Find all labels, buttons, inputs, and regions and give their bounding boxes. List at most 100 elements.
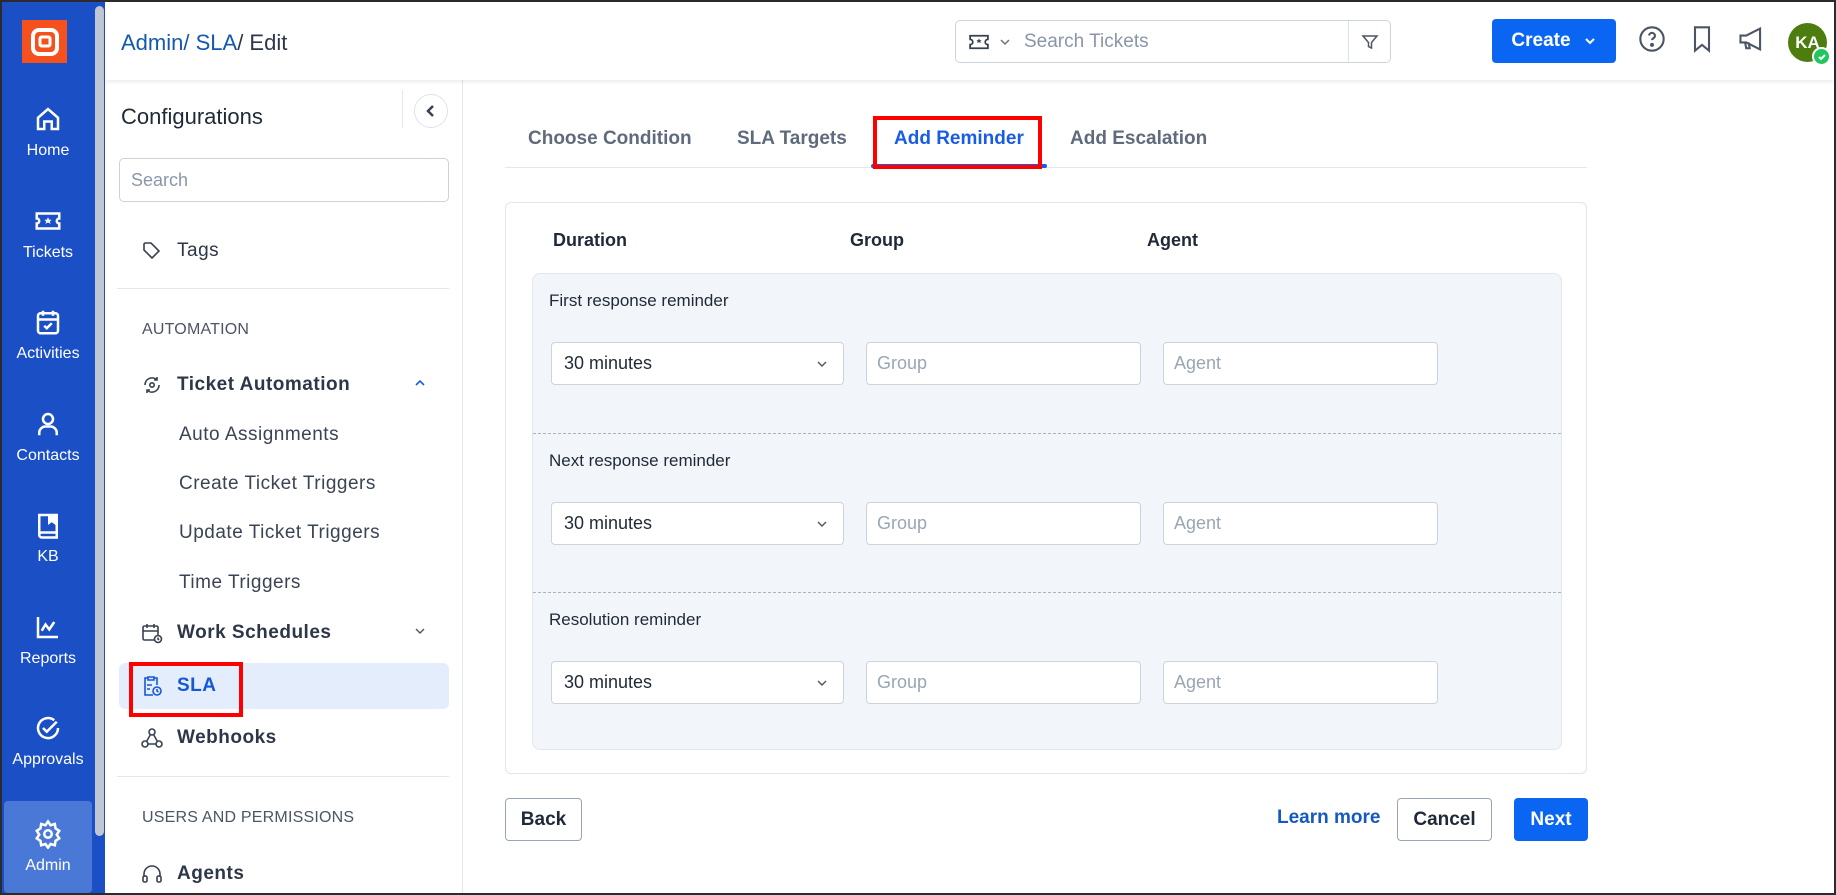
nav-activities[interactable]: Activities xyxy=(2,290,94,380)
configurations-title: Configurations xyxy=(121,104,263,129)
help-button[interactable] xyxy=(1637,24,1667,54)
reminder-card: Duration Group Agent First response remi… xyxy=(505,202,1587,774)
app-window: Home Tickets Activities Contacts KB Repo… xyxy=(0,0,1836,895)
search-type-selector[interactable] xyxy=(956,34,1024,50)
chevron-left-icon xyxy=(426,105,434,117)
bookmark-icon xyxy=(1693,26,1711,53)
app-logo-icon[interactable] xyxy=(22,20,67,63)
tab-add-reminder[interactable]: Add Reminder xyxy=(894,128,1024,150)
config-search-input[interactable] xyxy=(119,158,449,202)
book-icon xyxy=(38,513,58,539)
config-item-label: Create Ticket Triggers xyxy=(179,473,376,494)
config-item-label: Agents xyxy=(177,863,245,884)
chevron-down-icon xyxy=(817,680,827,686)
config-item-ticket-automation[interactable]: Ticket Automation xyxy=(119,362,449,408)
config-item-sla[interactable]: SLA xyxy=(119,663,449,709)
sla-clipboard-clock-icon xyxy=(141,675,163,697)
chevron-down-icon xyxy=(1000,38,1010,45)
nav-tickets[interactable]: Tickets xyxy=(2,189,94,279)
chevron-up-icon xyxy=(415,379,425,386)
config-item-tags[interactable]: Tags xyxy=(119,228,449,274)
group-input[interactable] xyxy=(866,502,1141,545)
duration-select[interactable]: 30 minutes xyxy=(551,661,844,704)
user-avatar[interactable]: KA xyxy=(1788,23,1831,66)
ticket-search xyxy=(955,20,1391,63)
nav-scrollbar-thumb[interactable] xyxy=(95,6,104,836)
agent-input[interactable] xyxy=(1163,502,1438,545)
duration-select[interactable]: 30 minutes xyxy=(551,342,844,385)
calendar-check-icon xyxy=(36,310,60,335)
create-button-label: Create xyxy=(1511,30,1571,51)
nav-activities-label: Activities xyxy=(16,345,80,362)
megaphone-icon xyxy=(1739,26,1762,52)
filter-icon xyxy=(1360,34,1379,49)
bookmark-button[interactable] xyxy=(1687,24,1717,54)
config-item-create-ticket-triggers[interactable]: Create Ticket Triggers xyxy=(119,461,449,507)
duration-value: 30 minutes xyxy=(564,672,653,692)
nav-kb[interactable]: KB xyxy=(2,493,94,583)
config-item-auto-assignments[interactable]: Auto Assignments xyxy=(119,412,449,458)
collapse-sidebar-button[interactable] xyxy=(414,94,448,128)
breadcrumb-admin[interactable]: Admin/ xyxy=(121,30,196,55)
section-automation: AUTOMATION xyxy=(142,321,250,338)
column-header-agent: Agent xyxy=(1147,230,1198,250)
group-input[interactable] xyxy=(866,661,1141,704)
nav-admin[interactable]: Admin xyxy=(4,801,92,893)
tag-icon xyxy=(141,240,163,262)
config-item-label: SLA xyxy=(177,675,217,696)
config-item-agents[interactable]: Agents xyxy=(119,851,449,893)
learn-more-link[interactable]: Learn more xyxy=(1277,807,1380,829)
chevron-down-icon xyxy=(817,361,827,367)
reminder-row-first-response: First response reminder 30 minutes xyxy=(533,274,1561,433)
config-item-update-ticket-triggers[interactable]: Update Ticket Triggers xyxy=(119,510,449,556)
back-button[interactable]: Back xyxy=(505,798,582,841)
search-tickets-input[interactable] xyxy=(1024,21,1348,62)
config-item-label: Update Ticket Triggers xyxy=(179,522,381,543)
agent-input[interactable] xyxy=(1163,661,1438,704)
nav-home[interactable]: Home xyxy=(2,87,94,177)
tab-choose-condition[interactable]: Choose Condition xyxy=(528,128,692,150)
chevron-down-icon xyxy=(415,628,425,634)
section-users-permissions: USERS AND PERMISSIONS xyxy=(142,809,355,826)
tab-sla-targets[interactable]: SLA Targets xyxy=(737,128,847,150)
column-header-group: Group xyxy=(850,230,904,250)
nav-contacts[interactable]: Contacts xyxy=(2,392,94,482)
agent-input[interactable] xyxy=(1163,342,1438,385)
reminder-rows: First response reminder 30 minutes Next … xyxy=(532,273,1562,750)
duration-select[interactable]: 30 minutes xyxy=(551,502,844,545)
nav-home-label: Home xyxy=(26,142,70,159)
gear-icon xyxy=(35,819,61,849)
config-item-webhooks[interactable]: Webhooks xyxy=(119,715,449,761)
config-item-work-schedules[interactable]: Work Schedules xyxy=(119,610,449,656)
nav-kb-label: KB xyxy=(37,548,59,565)
filter-button[interactable] xyxy=(1348,21,1390,62)
breadcrumb-sla[interactable]: SLA xyxy=(196,30,238,55)
next-button[interactable]: Next xyxy=(1514,798,1588,841)
nav-approvals[interactable]: Approvals xyxy=(2,696,94,786)
chevron-down-icon xyxy=(1584,38,1595,45)
configurations-sidebar: Configurations Tags AUTOMATION Ticket Au… xyxy=(105,80,463,893)
calendar-clock-icon xyxy=(141,622,163,644)
duration-value: 30 minutes xyxy=(564,353,653,373)
duration-value: 30 minutes xyxy=(564,513,653,533)
online-status-icon xyxy=(1812,47,1831,66)
config-item-time-triggers[interactable]: Time Triggers xyxy=(119,560,449,606)
nav-reports[interactable]: Reports xyxy=(2,595,94,685)
reminder-row-resolution: Resolution reminder 30 minutes xyxy=(533,592,1561,751)
column-header-duration: Duration xyxy=(553,230,627,250)
announcements-button[interactable] xyxy=(1737,24,1767,54)
breadcrumb-edit: / Edit xyxy=(237,30,288,55)
divider xyxy=(117,776,449,777)
group-input[interactable] xyxy=(866,342,1141,385)
reminder-label: First response reminder xyxy=(549,291,729,310)
cancel-button[interactable]: Cancel xyxy=(1397,798,1492,841)
config-item-label: Auto Assignments xyxy=(179,424,340,445)
nav-admin-label: Admin xyxy=(25,857,71,874)
home-icon xyxy=(36,107,60,131)
tab-add-escalation[interactable]: Add Escalation xyxy=(1070,128,1207,150)
breadcrumb: Admin/ SLA/ Edit xyxy=(121,30,287,56)
user-icon xyxy=(38,412,58,436)
automation-icon xyxy=(141,374,163,396)
create-button[interactable]: Create xyxy=(1492,19,1616,63)
ticket-icon xyxy=(969,34,989,49)
